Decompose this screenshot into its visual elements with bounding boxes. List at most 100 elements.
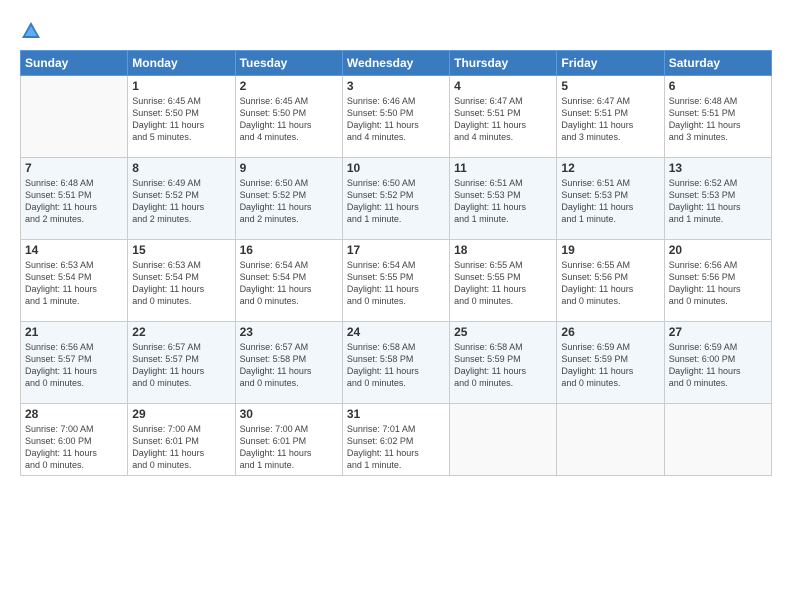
week-row-3: 14 Sunrise: 6:53 AM Sunset: 5:54 PM Dayli… [21, 240, 772, 322]
day-info: Sunrise: 6:56 AM Sunset: 5:57 PM Dayligh… [25, 341, 123, 390]
weekday-header-tuesday: Tuesday [235, 51, 342, 76]
header [20, 18, 772, 42]
calendar-cell: 12 Sunrise: 6:51 AM Sunset: 5:53 PM Dayli… [557, 158, 664, 240]
day-number: 6 [669, 79, 767, 93]
day-number: 26 [561, 325, 659, 339]
day-number: 3 [347, 79, 445, 93]
day-number: 24 [347, 325, 445, 339]
day-number: 12 [561, 161, 659, 175]
calendar-cell [664, 404, 771, 476]
calendar-cell: 13 Sunrise: 6:52 AM Sunset: 5:53 PM Dayli… [664, 158, 771, 240]
weekday-header-wednesday: Wednesday [342, 51, 449, 76]
day-number: 16 [240, 243, 338, 257]
day-info: Sunrise: 7:00 AM Sunset: 6:01 PM Dayligh… [132, 423, 230, 472]
day-number: 5 [561, 79, 659, 93]
calendar-cell: 10 Sunrise: 6:50 AM Sunset: 5:52 PM Dayli… [342, 158, 449, 240]
calendar: SundayMondayTuesdayWednesdayThursdayFrid… [20, 50, 772, 476]
day-info: Sunrise: 6:56 AM Sunset: 5:56 PM Dayligh… [669, 259, 767, 308]
week-row-5: 28 Sunrise: 7:00 AM Sunset: 6:00 PM Dayli… [21, 404, 772, 476]
day-number: 23 [240, 325, 338, 339]
day-number: 28 [25, 407, 123, 421]
day-info: Sunrise: 6:45 AM Sunset: 5:50 PM Dayligh… [132, 95, 230, 144]
calendar-cell: 18 Sunrise: 6:55 AM Sunset: 5:55 PM Dayli… [450, 240, 557, 322]
weekday-header-friday: Friday [557, 51, 664, 76]
calendar-body: 1 Sunrise: 6:45 AM Sunset: 5:50 PM Daylig… [21, 76, 772, 476]
day-info: Sunrise: 6:58 AM Sunset: 5:58 PM Dayligh… [347, 341, 445, 390]
calendar-cell: 30Sunrise: 7:00 AM Sunset: 6:01 PM Dayli… [235, 404, 342, 476]
week-row-1: 1 Sunrise: 6:45 AM Sunset: 5:50 PM Daylig… [21, 76, 772, 158]
day-number: 25 [454, 325, 552, 339]
weekday-header-thursday: Thursday [450, 51, 557, 76]
day-info: Sunrise: 6:50 AM Sunset: 5:52 PM Dayligh… [347, 177, 445, 226]
day-number: 14 [25, 243, 123, 257]
day-info: Sunrise: 6:46 AM Sunset: 5:50 PM Dayligh… [347, 95, 445, 144]
calendar-cell: 9Sunrise: 6:50 AM Sunset: 5:52 PM Daylig… [235, 158, 342, 240]
weekday-header-monday: Monday [128, 51, 235, 76]
day-number: 17 [347, 243, 445, 257]
day-info: Sunrise: 6:57 AM Sunset: 5:58 PM Dayligh… [240, 341, 338, 390]
day-info: Sunrise: 6:59 AM Sunset: 6:00 PM Dayligh… [669, 341, 767, 390]
calendar-cell [450, 404, 557, 476]
calendar-cell: 2 Sunrise: 6:45 AM Sunset: 5:50 PM Daylig… [235, 76, 342, 158]
logo [20, 18, 44, 42]
calendar-cell: 27Sunrise: 6:59 AM Sunset: 6:00 PM Dayli… [664, 322, 771, 404]
calendar-cell: 21 Sunrise: 6:56 AM Sunset: 5:57 PM Dayli… [21, 322, 128, 404]
day-info: Sunrise: 6:48 AM Sunset: 5:51 PM Dayligh… [25, 177, 123, 226]
day-info: Sunrise: 6:47 AM Sunset: 5:51 PM Dayligh… [454, 95, 552, 144]
calendar-cell: 6 Sunrise: 6:48 AM Sunset: 5:51 PM Daylig… [664, 76, 771, 158]
day-number: 4 [454, 79, 552, 93]
day-number: 1 [132, 79, 230, 93]
day-info: Sunrise: 6:47 AM Sunset: 5:51 PM Dayligh… [561, 95, 659, 144]
week-row-2: 7Sunrise: 6:48 AM Sunset: 5:51 PM Daylig… [21, 158, 772, 240]
calendar-cell: 19Sunrise: 6:55 AM Sunset: 5:56 PM Dayli… [557, 240, 664, 322]
day-number: 13 [669, 161, 767, 175]
day-number: 20 [669, 243, 767, 257]
day-info: Sunrise: 7:00 AM Sunset: 6:00 PM Dayligh… [25, 423, 123, 472]
day-number: 31 [347, 407, 445, 421]
weekday-header-sunday: Sunday [21, 51, 128, 76]
calendar-cell: 11 Sunrise: 6:51 AM Sunset: 5:53 PM Dayli… [450, 158, 557, 240]
calendar-cell: 25 Sunrise: 6:58 AM Sunset: 5:59 PM Dayli… [450, 322, 557, 404]
week-row-4: 21 Sunrise: 6:56 AM Sunset: 5:57 PM Dayli… [21, 322, 772, 404]
calendar-cell: 3 Sunrise: 6:46 AM Sunset: 5:50 PM Daylig… [342, 76, 449, 158]
calendar-cell: 7Sunrise: 6:48 AM Sunset: 5:51 PM Daylig… [21, 158, 128, 240]
day-info: Sunrise: 6:49 AM Sunset: 5:52 PM Dayligh… [132, 177, 230, 226]
day-info: Sunrise: 6:45 AM Sunset: 5:50 PM Dayligh… [240, 95, 338, 144]
calendar-cell [557, 404, 664, 476]
day-info: Sunrise: 6:55 AM Sunset: 5:56 PM Dayligh… [561, 259, 659, 308]
calendar-cell [21, 76, 128, 158]
day-info: Sunrise: 6:51 AM Sunset: 5:53 PM Dayligh… [454, 177, 552, 226]
logo-icon [20, 20, 42, 42]
calendar-cell: 1 Sunrise: 6:45 AM Sunset: 5:50 PM Daylig… [128, 76, 235, 158]
day-info: Sunrise: 6:53 AM Sunset: 5:54 PM Dayligh… [132, 259, 230, 308]
day-info: Sunrise: 6:58 AM Sunset: 5:59 PM Dayligh… [454, 341, 552, 390]
day-info: Sunrise: 6:57 AM Sunset: 5:57 PM Dayligh… [132, 341, 230, 390]
day-number: 21 [25, 325, 123, 339]
day-number: 18 [454, 243, 552, 257]
day-info: Sunrise: 6:52 AM Sunset: 5:53 PM Dayligh… [669, 177, 767, 226]
calendar-cell: 31 Sunrise: 7:01 AM Sunset: 6:02 PM Dayli… [342, 404, 449, 476]
calendar-cell: 5 Sunrise: 6:47 AM Sunset: 5:51 PM Daylig… [557, 76, 664, 158]
calendar-cell: 28 Sunrise: 7:00 AM Sunset: 6:00 PM Dayli… [21, 404, 128, 476]
day-number: 29 [132, 407, 230, 421]
calendar-header: SundayMondayTuesdayWednesdayThursdayFrid… [21, 51, 772, 76]
day-info: Sunrise: 6:51 AM Sunset: 5:53 PM Dayligh… [561, 177, 659, 226]
calendar-cell: 17 Sunrise: 6:54 AM Sunset: 5:55 PM Dayli… [342, 240, 449, 322]
day-info: Sunrise: 6:54 AM Sunset: 5:55 PM Dayligh… [347, 259, 445, 308]
day-number: 2 [240, 79, 338, 93]
calendar-cell: 15Sunrise: 6:53 AM Sunset: 5:54 PM Dayli… [128, 240, 235, 322]
weekday-header-saturday: Saturday [664, 51, 771, 76]
day-number: 30 [240, 407, 338, 421]
calendar-cell: 22Sunrise: 6:57 AM Sunset: 5:57 PM Dayli… [128, 322, 235, 404]
day-number: 10 [347, 161, 445, 175]
day-info: Sunrise: 6:48 AM Sunset: 5:51 PM Dayligh… [669, 95, 767, 144]
calendar-cell: 4 Sunrise: 6:47 AM Sunset: 5:51 PM Daylig… [450, 76, 557, 158]
weekday-row: SundayMondayTuesdayWednesdayThursdayFrid… [21, 51, 772, 76]
calendar-cell: 29 Sunrise: 7:00 AM Sunset: 6:01 PM Dayli… [128, 404, 235, 476]
day-info: Sunrise: 7:01 AM Sunset: 6:02 PM Dayligh… [347, 423, 445, 472]
day-info: Sunrise: 6:50 AM Sunset: 5:52 PM Dayligh… [240, 177, 338, 226]
day-info: Sunrise: 6:55 AM Sunset: 5:55 PM Dayligh… [454, 259, 552, 308]
day-number: 11 [454, 161, 552, 175]
calendar-cell: 16Sunrise: 6:54 AM Sunset: 5:54 PM Dayli… [235, 240, 342, 322]
day-info: Sunrise: 6:59 AM Sunset: 5:59 PM Dayligh… [561, 341, 659, 390]
